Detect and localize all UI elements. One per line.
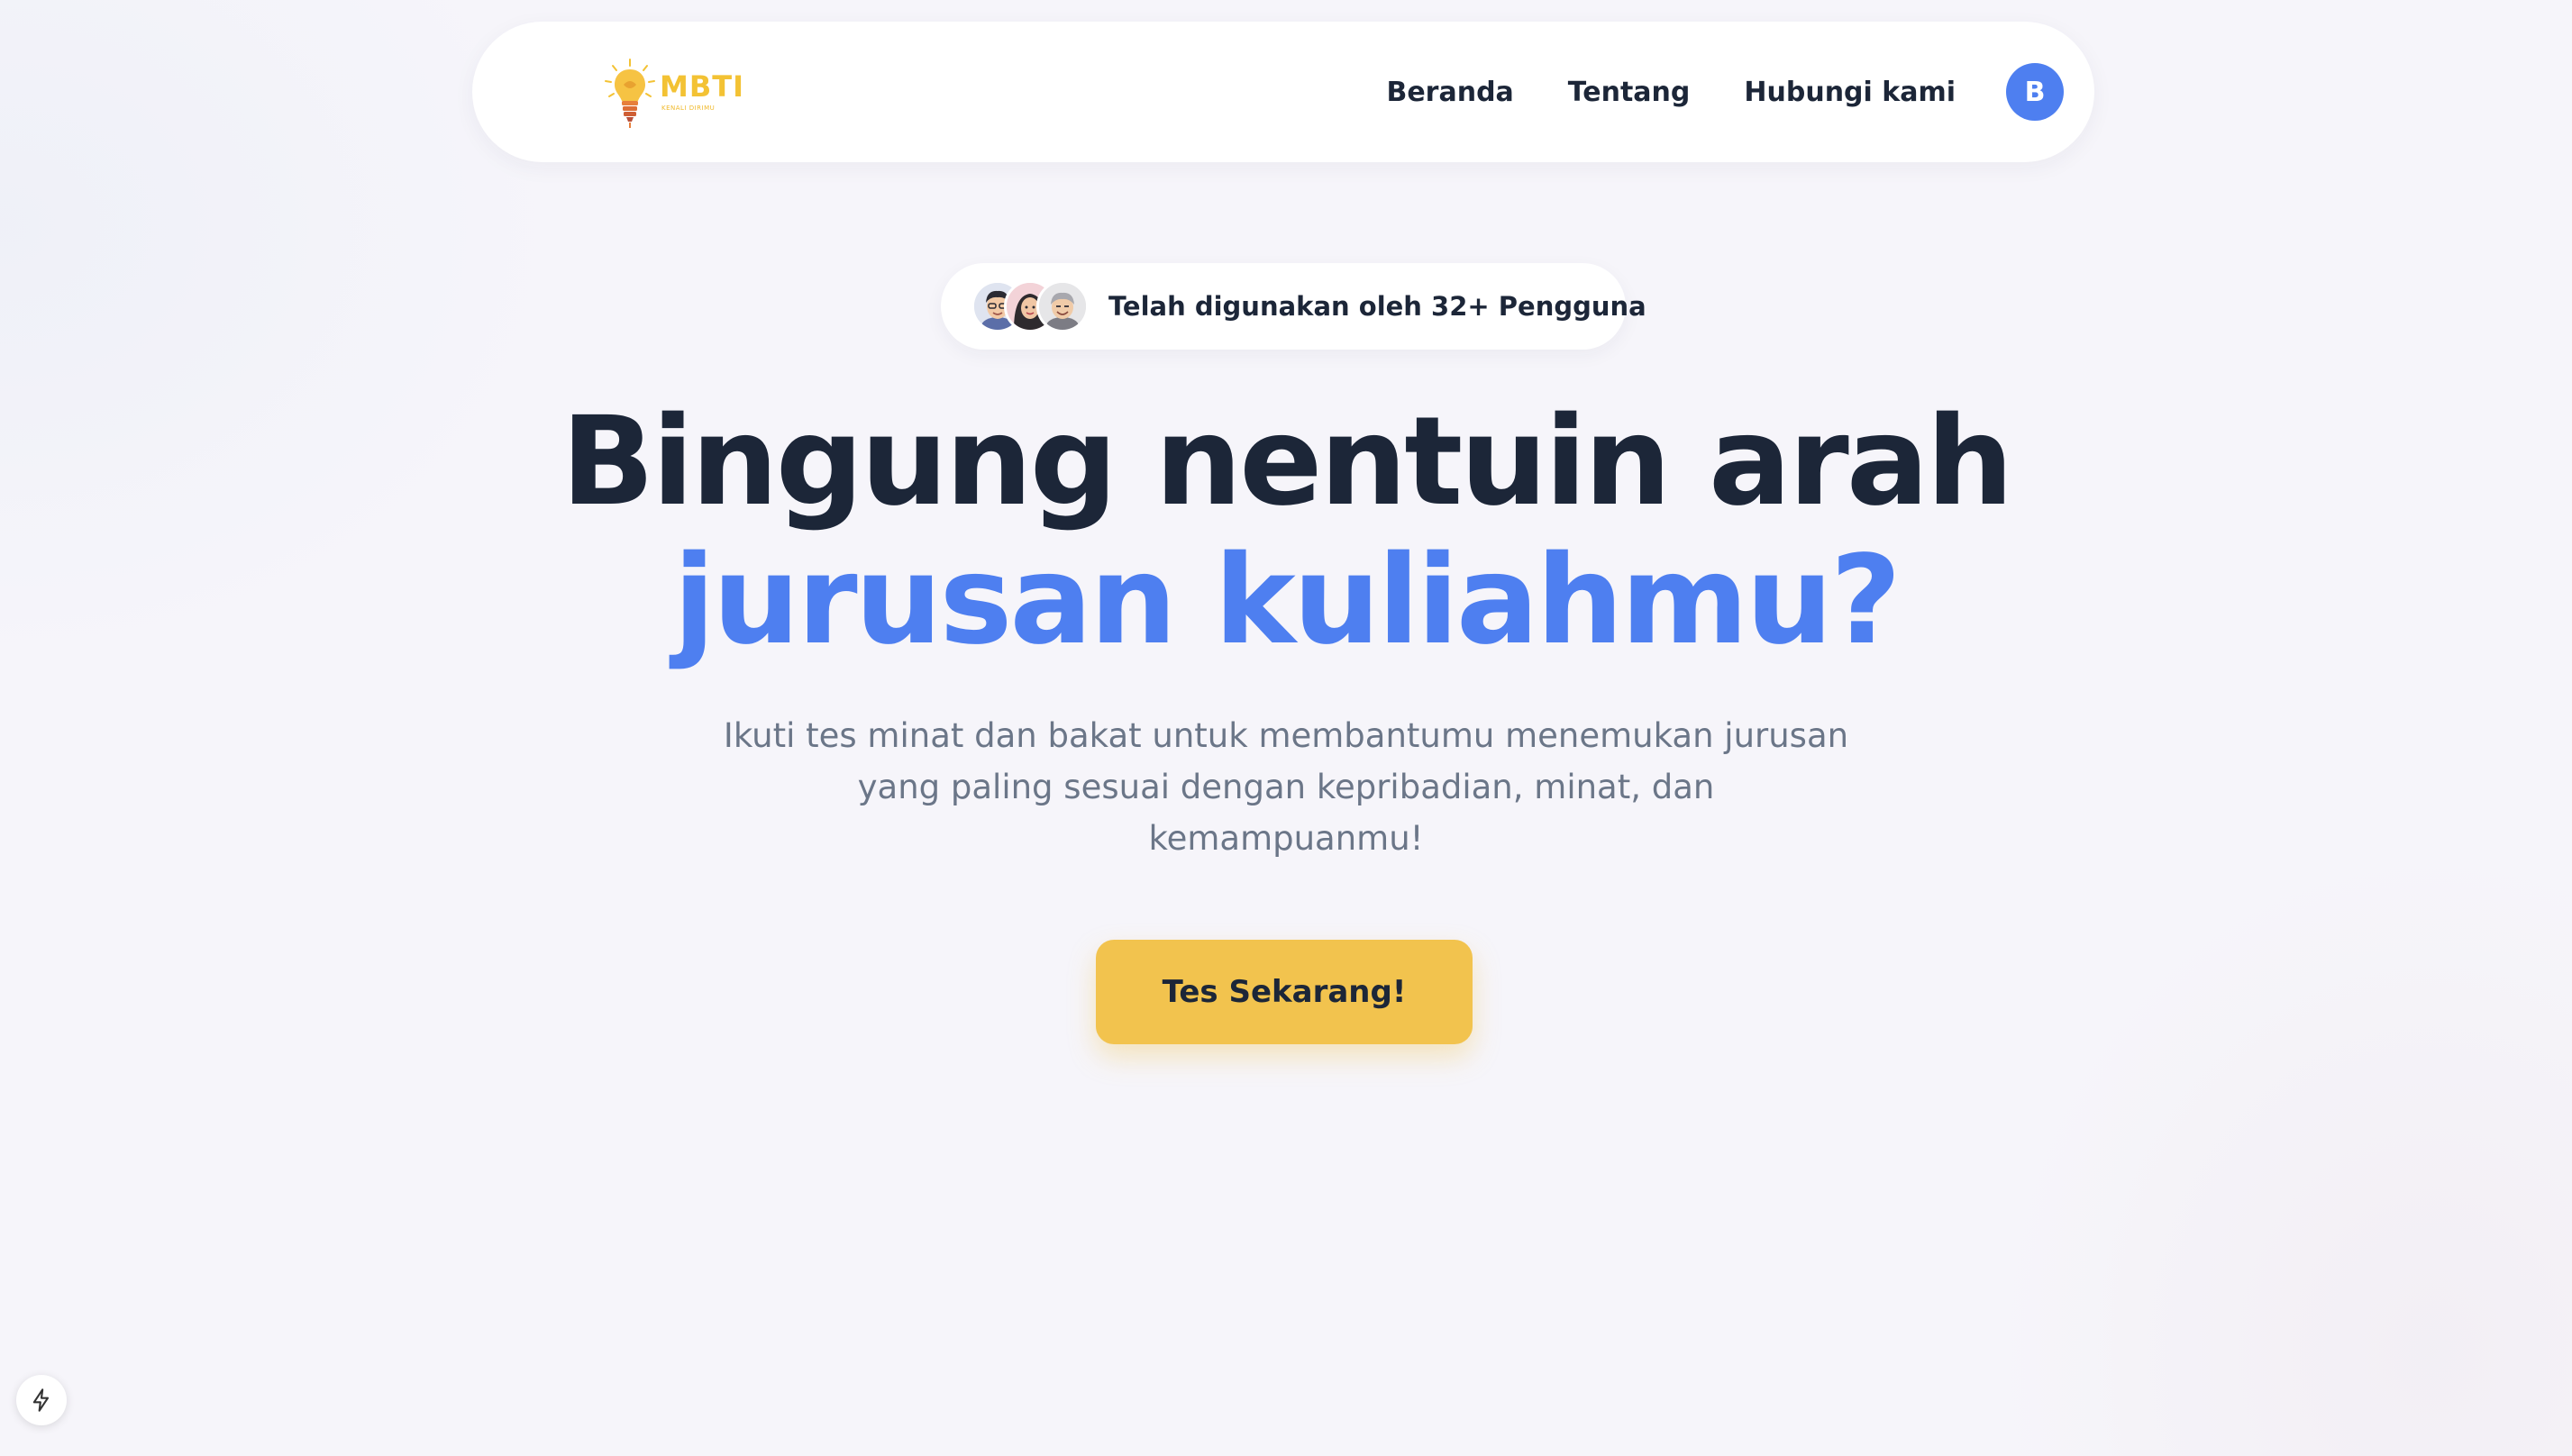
avatar-stack (971, 280, 1089, 332)
nav-link-beranda[interactable]: Beranda (1386, 77, 1513, 108)
start-test-button[interactable]: Tes Sekarang! (1096, 940, 1473, 1044)
lightbulb-icon (605, 59, 655, 128)
dev-tools-button[interactable] (16, 1375, 67, 1425)
hero-title-line-2: jurusan kuliahmu? (673, 530, 1902, 672)
hero-title-line-1: Bingung nentuin arah (561, 391, 2014, 533)
lightning-icon (32, 1388, 50, 1412)
nav-link-tentang[interactable]: Tentang (1568, 77, 1691, 108)
users-badge: Telah digunakan oleh 32+ Pengguna (941, 263, 1646, 350)
users-count-text: Telah digunakan oleh 32+ Pengguna (1108, 291, 1646, 322)
nav-link-hubungi-kami[interactable]: Hubungi kami (1744, 77, 1956, 108)
hero-description: Ikuti tes minat dan bakat untuk membantu… (723, 716, 1849, 858)
navbar: MBTI KENALI DIRIMU Beranda Tentang Hubun… (472, 22, 2094, 162)
logo-text: MBTI (660, 69, 744, 104)
logo-subtext: KENALI DIRIMU (661, 105, 716, 112)
user-avatar-3 (1036, 280, 1089, 332)
nav-links: Beranda Tentang Hubungi kami (1386, 22, 1956, 162)
user-avatar-button[interactable]: B (2006, 63, 2064, 121)
logo-link[interactable]: MBTI KENALI DIRIMU (602, 58, 746, 130)
